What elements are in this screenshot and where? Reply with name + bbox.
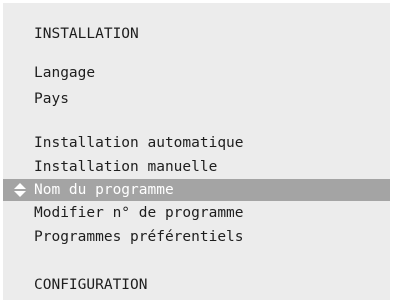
installation-menu-panel: INSTALLATION Langage Pays Installation a…	[3, 3, 390, 300]
menu-item-pays[interactable]: Pays	[3, 88, 390, 110]
menu-item-langage[interactable]: Langage	[3, 62, 390, 84]
menu-item-label: Nom du programme	[34, 182, 174, 198]
menu-item-label: Modifier n° de programme	[34, 205, 244, 221]
tv-menu-screen: INSTALLATION Langage Pays Installation a…	[0, 0, 397, 306]
section-header-installation-label: INSTALLATION	[34, 26, 139, 42]
menu-item-programmes-preferentiels[interactable]: Programmes préférentiels	[3, 226, 390, 248]
menu-item-nom-du-programme[interactable]: Nom du programme	[3, 179, 390, 201]
menu-item-label: Installation automatique	[34, 135, 244, 151]
menu-item-label: Pays	[34, 91, 69, 107]
menu-item-label: Installation manuelle	[34, 159, 218, 175]
menu-item-modifier-no-de-programme[interactable]: Modifier n° de programme	[3, 202, 390, 224]
up-down-arrows-icon	[14, 183, 26, 197]
section-header-installation: INSTALLATION	[3, 23, 390, 45]
menu-item-label: Programmes préférentiels	[34, 229, 244, 245]
section-header-configuration[interactable]: CONFIGURATION	[3, 274, 390, 296]
menu-item-label: Langage	[34, 65, 96, 81]
section-header-configuration-label: CONFIGURATION	[34, 277, 148, 293]
menu-item-installation-automatique[interactable]: Installation automatique	[3, 132, 390, 154]
menu-item-installation-manuelle[interactable]: Installation manuelle	[3, 156, 390, 178]
